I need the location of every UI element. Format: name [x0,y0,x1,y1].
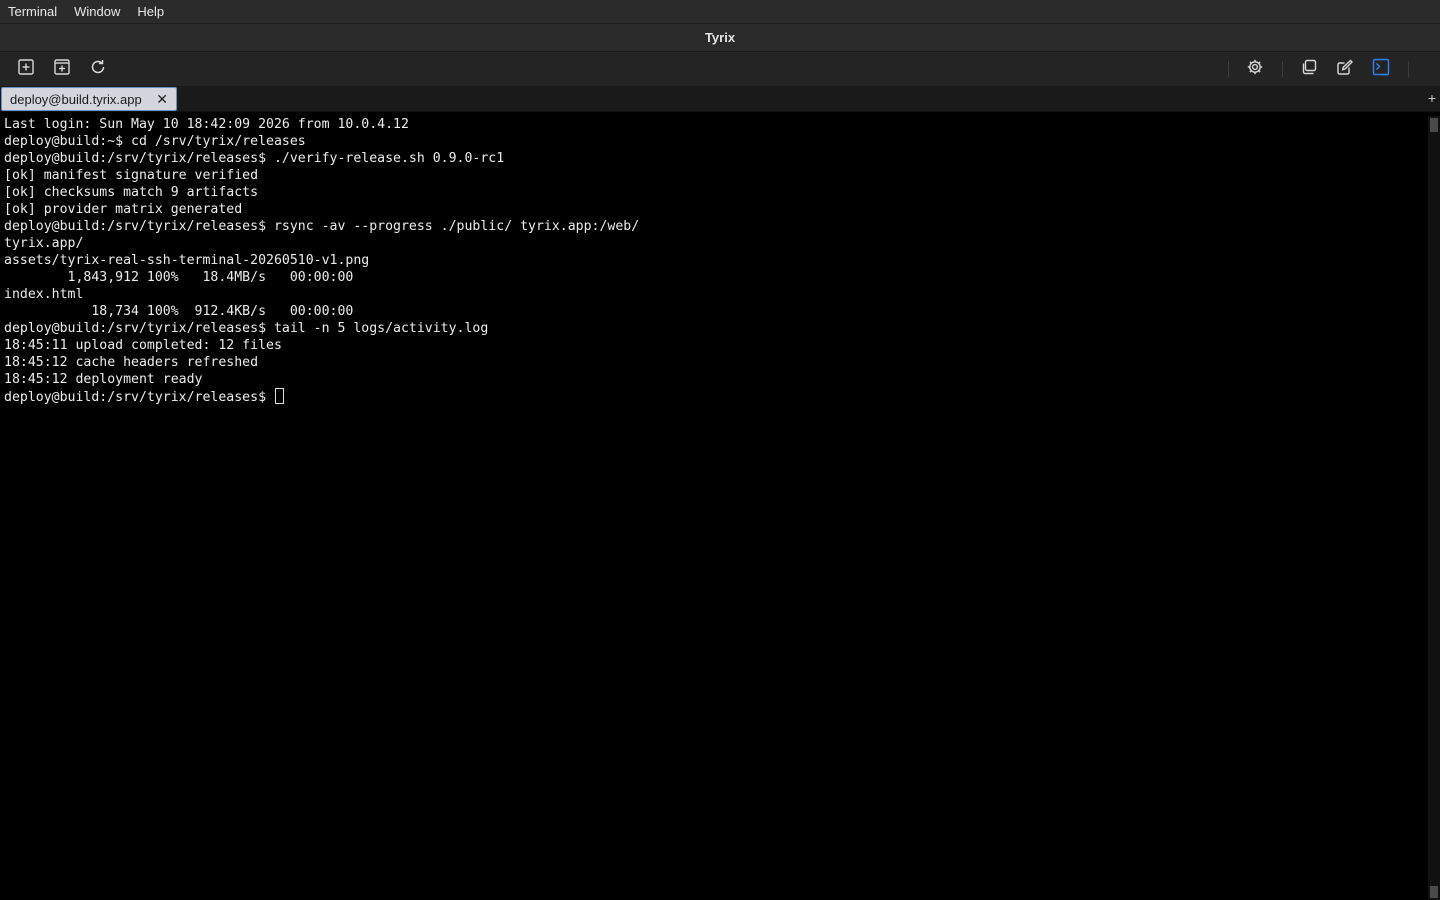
menu-window[interactable]: Window [74,0,120,24]
title-bar: Tyrix [0,24,1440,52]
toolbar [0,52,1440,86]
terminal-line: [ok] checksums match 9 artifacts [4,185,259,200]
toolbar-divider [1228,61,1229,77]
terminal-line: 18:45:12 deployment ready [4,372,203,387]
terminal-icon [1372,58,1390,81]
tab-bar: deploy@build.tyrix.app ✕ + [0,86,1440,112]
terminal-line: 18:45:11 upload completed: 12 files [4,338,282,353]
terminal-line: [ok] manifest signature verified [4,168,259,183]
terminal-button[interactable] [1371,58,1391,81]
edit-button[interactable] [1335,59,1355,79]
menu-terminal[interactable]: Terminal [8,0,57,24]
close-icon[interactable]: ✕ [156,91,168,107]
new-session-icon [17,58,35,81]
terminal-line: deploy@build:/srv/tyrix/releases$ ./veri… [4,151,505,166]
toolbar-divider [1282,61,1283,77]
menu-bar: Terminal Window Help [0,0,1440,24]
new-session-button[interactable] [16,58,36,81]
new-tab-icon [53,58,71,81]
gear-icon [1246,58,1264,81]
terminal-line: deploy@build:~$ cd /srv/tyrix/releases [4,134,306,149]
refresh-icon [89,58,107,81]
copy-icon [1300,58,1318,81]
add-tab-button[interactable]: + [1428,89,1436,107]
refresh-button[interactable] [88,59,108,79]
terminal-line: 18,734 100% 912.4KB/s 00:00:00 [4,304,354,319]
scroll-up-arrow[interactable] [1430,118,1438,132]
terminal-line: assets/tyrix-real-ssh-terminal-20260510-… [4,253,370,268]
terminal-output[interactable]: Last login: Sun May 10 18:42:09 2026 fro… [0,116,1428,900]
terminal-line: 18:45:12 cache headers refreshed [4,355,259,370]
copy-button[interactable] [1299,59,1319,79]
terminal-prompt-line[interactable]: deploy@build:/srv/tyrix/releases$ [4,388,1424,405]
terminal-line: [ok] provider matrix generated [4,202,243,217]
prompt: deploy@build:/srv/tyrix/releases$ [4,390,274,405]
terminal-scrollbar[interactable] [1428,116,1440,900]
settings-button[interactable] [1245,59,1265,79]
new-tab-toolbar-button[interactable] [52,58,72,81]
terminal-line: deploy@build:/srv/tyrix/releases$ rsync … [4,219,640,234]
terminal-line: 1,843,912 100% 18.4MB/s 00:00:00 [4,270,354,285]
text-cursor [274,388,284,404]
terminal-line: tyrix.app/ [4,236,84,251]
terminal-line: deploy@build:/srv/tyrix/releases$ tail -… [4,321,489,336]
tab-label: deploy@build.tyrix.app [10,91,142,107]
toolbar-divider [1408,61,1409,77]
window-title: Tyrix [704,30,736,45]
scroll-down-arrow[interactable] [1430,886,1438,898]
tab-deploy-session[interactable]: deploy@build.tyrix.app ✕ [1,87,177,111]
edit-icon [1336,58,1354,81]
terminal-line: index.html [4,287,84,302]
terminal-line: Last login: Sun May 10 18:42:09 2026 fro… [4,117,409,132]
menu-help[interactable]: Help [137,0,164,24]
